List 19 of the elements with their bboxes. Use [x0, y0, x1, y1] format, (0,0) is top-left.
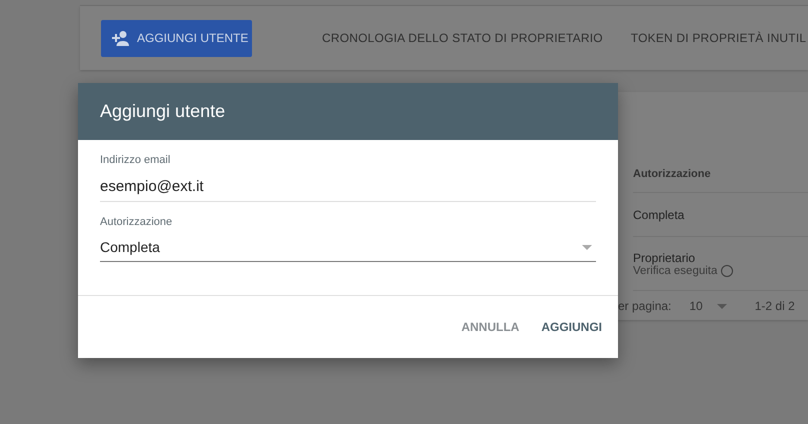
tab-link[interactable]: CRONOLOGIA DELLO STATO DI PROPRIETARIO: [322, 31, 603, 45]
add-person-icon: [109, 30, 129, 46]
field-label: Indirizzo email: [100, 154, 172, 166]
page-size-select[interactable]: 10: [689, 299, 727, 313]
page-range: 1-2 di 2: [754, 299, 795, 313]
dialog-title: Aggiungi utente: [100, 101, 226, 122]
table-cell-text: Proprietario: [633, 250, 696, 264]
rows-per-page-label: er pagina:: [618, 299, 672, 313]
table-cell: Completa: [633, 208, 684, 222]
status-text: Verifica eseguita: [633, 264, 718, 276]
caret-icon: [716, 304, 727, 308]
caret-icon: [582, 244, 592, 250]
column-header: Autorizzazione: [633, 168, 711, 180]
tab-link[interactable]: TOKEN DI PROPRIETÀ INUTIL: [630, 31, 806, 45]
cancel-button[interactable]: ANNULLA: [453, 314, 528, 340]
add-user-button[interactable]: AGGIUNGI UTENTE: [101, 20, 252, 56]
add-button[interactable]: AGGIUNGI: [533, 314, 610, 340]
field-label: Autorizzazione: [100, 216, 174, 228]
authorization-select[interactable]: Completa: [100, 228, 596, 262]
